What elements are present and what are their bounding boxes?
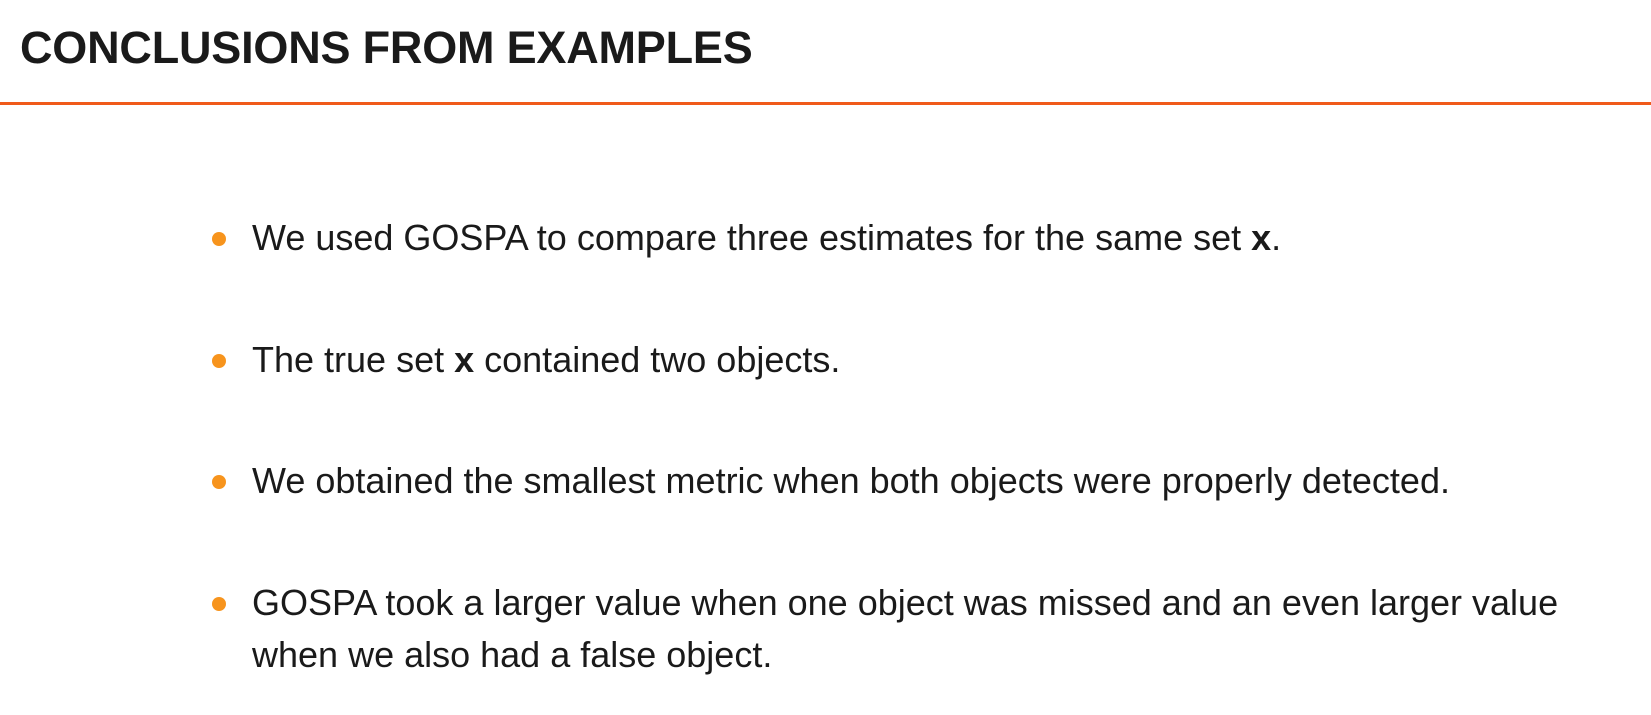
set-symbol: x (454, 339, 475, 380)
bullet-dot-icon (212, 475, 226, 489)
bullet-text: GOSPA took a larger value when one objec… (252, 582, 1559, 675)
bullet-dot-icon (212, 354, 226, 368)
set-symbol: x (1251, 217, 1272, 258)
bullet-text: We obtained the smallest metric when bot… (252, 460, 1450, 501)
bullet-text: We used GOSPA to compare three estimates… (252, 217, 1282, 258)
slide-title: CONCLUSIONS FROM EXAMPLES (20, 22, 753, 73)
bullet-text: The true set x contained two objects. (252, 339, 841, 380)
bullet-dot-icon (212, 597, 226, 611)
slide-header: CONCLUSIONS FROM EXAMPLES (0, 0, 1651, 105)
bullet-dot-icon (212, 232, 226, 246)
